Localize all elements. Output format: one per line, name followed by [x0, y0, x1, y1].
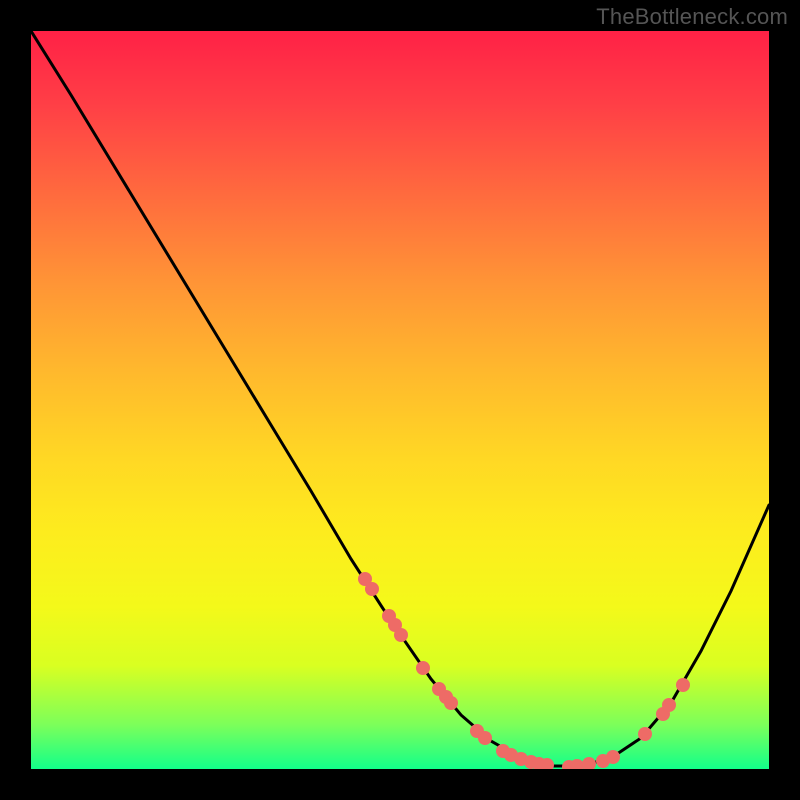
chart-frame: TheBottleneck.com	[0, 0, 800, 800]
data-point	[662, 698, 676, 712]
gradient-plot-area	[31, 31, 769, 769]
data-point	[638, 727, 652, 741]
data-point	[478, 731, 492, 745]
curve-layer	[31, 31, 769, 769]
data-point	[676, 678, 690, 692]
watermark-text: TheBottleneck.com	[596, 4, 788, 30]
data-point	[582, 757, 596, 769]
data-point	[570, 759, 584, 769]
data-point	[365, 582, 379, 596]
data-point	[394, 628, 408, 642]
data-point	[606, 750, 620, 764]
data-point	[416, 661, 430, 675]
bottleneck-curve	[31, 31, 769, 766]
data-point	[444, 696, 458, 710]
